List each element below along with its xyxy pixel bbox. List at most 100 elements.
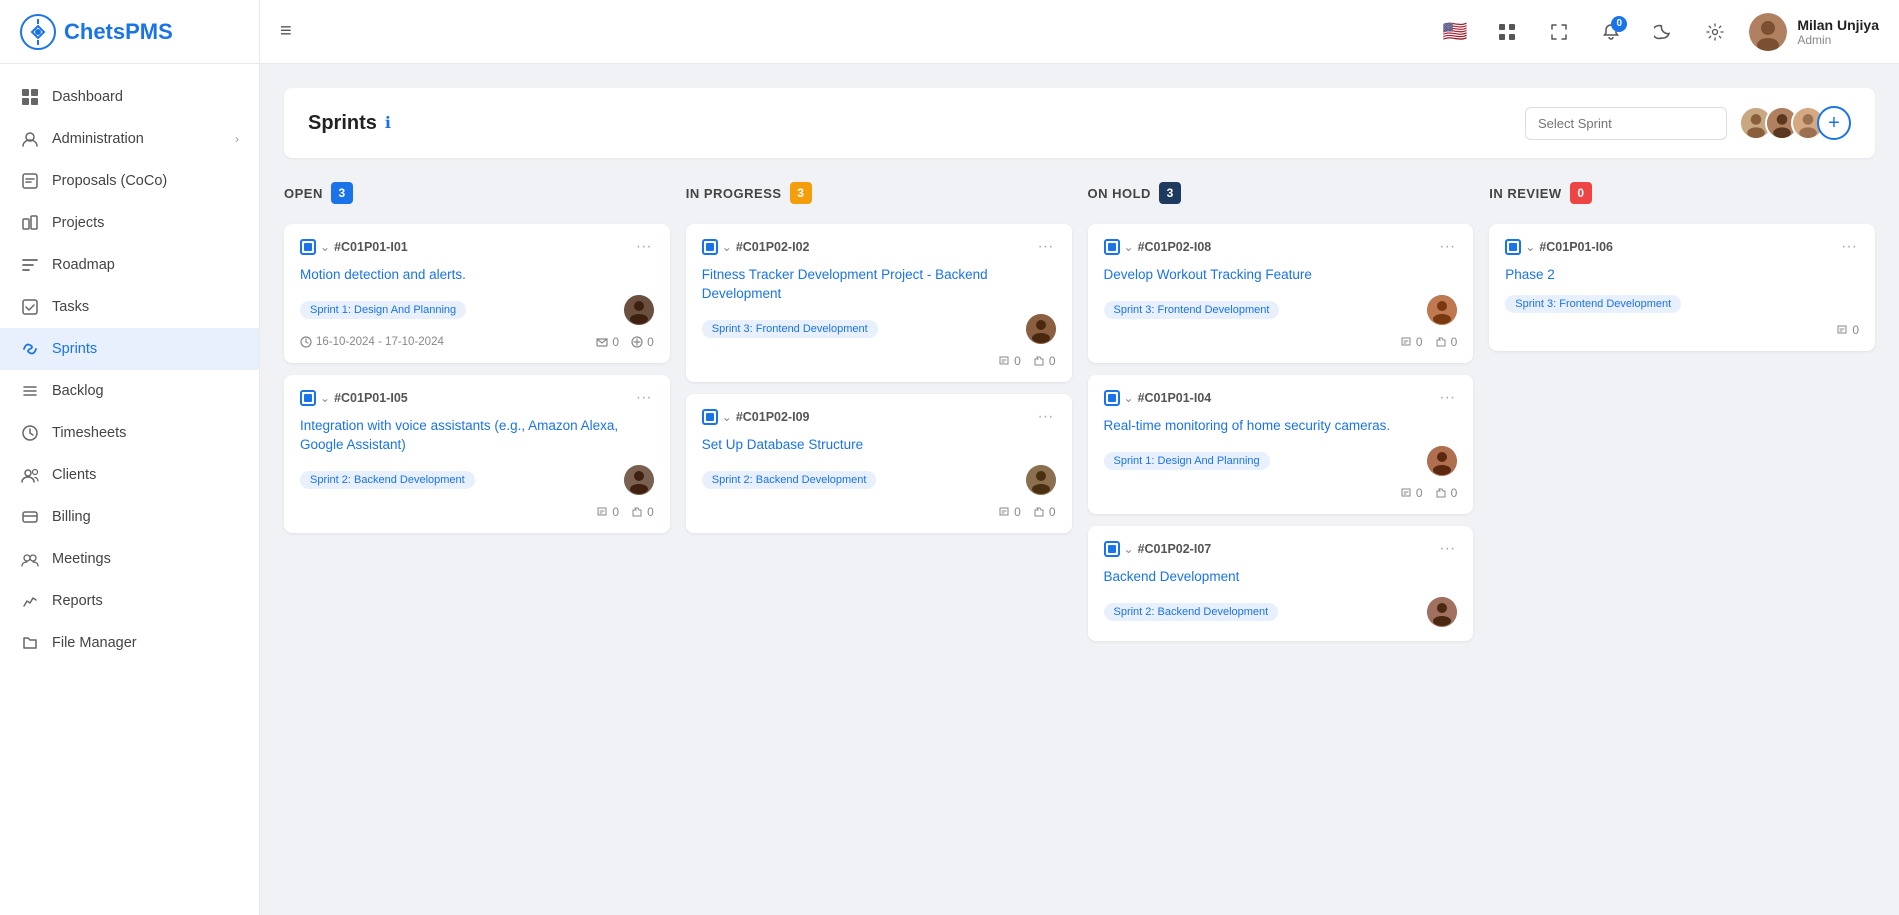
sidebar-item-projects[interactable]: Projects — [0, 202, 259, 244]
card-menu-button[interactable]: ··· — [634, 238, 654, 256]
add-avatar-button[interactable]: + — [1817, 106, 1851, 140]
card-title[interactable]: Motion detection and alerts. — [300, 266, 654, 285]
timesheets-icon — [20, 423, 40, 443]
card-title[interactable]: Integration with voice assistants (e.g.,… — [300, 417, 654, 455]
card-checkbox[interactable] — [300, 239, 316, 255]
hamburger-button[interactable]: ≡ — [280, 20, 292, 42]
sprint-tag: Sprint 3: Frontend Development — [1104, 301, 1280, 319]
sidebar-item-clients[interactable]: Clients — [0, 454, 259, 496]
card-checkbox[interactable] — [300, 390, 316, 406]
card-checkbox[interactable] — [1104, 390, 1120, 406]
page-title: Sprints — [308, 112, 377, 135]
card-title[interactable]: Real-time monitoring of home security ca… — [1104, 417, 1458, 436]
card-meta: 0 0 — [998, 354, 1055, 368]
card-c01p02-i08[interactable]: ⌄ #C01P02-I08 ··· Develop Workout Tracki… — [1088, 224, 1474, 363]
user-profile[interactable]: Milan Unjiya Admin — [1749, 13, 1879, 51]
sidebar-item-backlog[interactable]: Backlog — [0, 370, 259, 412]
card-meta: 0 0 — [596, 335, 653, 349]
info-icon[interactable]: ℹ — [385, 113, 391, 133]
card-collapse-icon[interactable]: ⌄ — [1124, 542, 1134, 556]
notification-bell[interactable]: 0 — [1593, 14, 1629, 50]
column-title-on-hold: ON HOLD — [1088, 186, 1151, 201]
sidebar-item-file-manager[interactable]: File Manager — [0, 622, 259, 664]
grid-view-icon[interactable] — [1489, 14, 1525, 50]
user-name: Milan Unjiya — [1797, 17, 1879, 33]
card-title[interactable]: Develop Workout Tracking Feature — [1104, 266, 1458, 285]
notification-count: 0 — [1611, 16, 1627, 32]
card-menu-button[interactable]: ··· — [1036, 408, 1056, 426]
sidebar-item-billing[interactable]: Billing — [0, 496, 259, 538]
clients-icon — [20, 465, 40, 485]
card-collapse-icon[interactable]: ⌄ — [1525, 240, 1535, 254]
card-title[interactable]: Backend Development — [1104, 568, 1458, 587]
sprint-tag: Sprint 3: Frontend Development — [1505, 295, 1681, 313]
card-menu-button[interactable]: ··· — [1839, 238, 1859, 256]
card-collapse-icon[interactable]: ⌄ — [320, 391, 330, 405]
card-menu-button[interactable]: ··· — [1437, 540, 1457, 558]
card-date: 16-10-2024 - 17-10-2024 — [300, 336, 444, 348]
fullscreen-icon[interactable] — [1541, 14, 1577, 50]
column-title-open: OPEN — [284, 186, 323, 201]
dark-mode-icon[interactable] — [1645, 14, 1681, 50]
sidebar-item-sprints[interactable]: Sprints — [0, 328, 259, 370]
card-c01p02-i02[interactable]: ⌄ #C01P02-I02 ··· Fitness Tracker Develo… — [686, 224, 1072, 382]
sprint-tag: Sprint 2: Backend Development — [702, 471, 877, 489]
projects-icon — [20, 213, 40, 233]
card-collapse-icon[interactable]: ⌄ — [722, 240, 732, 254]
sidebar-item-meetings[interactable]: Meetings — [0, 538, 259, 580]
sprint-tag: Sprint 1: Design And Planning — [1104, 452, 1270, 470]
card-c01p01-i05[interactable]: ⌄ #C01P01-I05 ··· Integration with voice… — [284, 375, 670, 533]
column-badge-in-progress: 3 — [790, 182, 812, 204]
logo-icon — [20, 14, 56, 50]
sidebar-item-proposals[interactable]: Proposals (CoCo) — [0, 160, 259, 202]
sprint-tag: Sprint 2: Backend Development — [1104, 603, 1279, 621]
logo-area: ChetsPMS — [0, 0, 259, 64]
card-collapse-icon[interactable]: ⌄ — [1124, 240, 1134, 254]
settings-icon[interactable] — [1697, 14, 1733, 50]
sidebar-label-meetings: Meetings — [52, 551, 111, 567]
card-checkbox[interactable] — [702, 409, 718, 425]
sidebar-item-tasks[interactable]: Tasks — [0, 286, 259, 328]
card-id: #C01P02-I08 — [1138, 240, 1212, 254]
card-menu-button[interactable]: ··· — [1036, 238, 1056, 256]
card-c01p02-i09[interactable]: ⌄ #C01P02-I09 ··· Set Up Database Struct… — [686, 394, 1072, 533]
admin-chevron-icon: › — [235, 132, 239, 146]
card-c01p02-i07[interactable]: ⌄ #C01P02-I07 ··· Backend Development Sp… — [1088, 526, 1474, 641]
card-checkbox[interactable] — [1104, 239, 1120, 255]
sidebar-item-timesheets[interactable]: Timesheets — [0, 412, 259, 454]
card-menu-button[interactable]: ··· — [634, 389, 654, 407]
card-title[interactable]: Set Up Database Structure — [702, 436, 1056, 455]
card-meta: 0 0 — [1400, 335, 1457, 349]
card-collapse-icon[interactable]: ⌄ — [320, 240, 330, 254]
card-c01p01-i01[interactable]: ⌄ #C01P01-I01 ··· Motion detection and a… — [284, 224, 670, 363]
roadmap-icon — [20, 255, 40, 275]
card-menu-button[interactable]: ··· — [1437, 389, 1457, 407]
sidebar-item-roadmap[interactable]: Roadmap — [0, 244, 259, 286]
card-title[interactable]: Phase 2 — [1505, 266, 1859, 285]
card-assignee-avatar — [1427, 295, 1457, 325]
card-meta: 0 — [1836, 323, 1859, 337]
card-id: #C01P01-I05 — [334, 391, 408, 405]
sprints-icon — [20, 339, 40, 359]
card-title[interactable]: Fitness Tracker Development Project - Ba… — [702, 266, 1056, 304]
main-area: ≡ 🇺🇸 0 — [260, 0, 1899, 915]
card-collapse-icon[interactable]: ⌄ — [1124, 391, 1134, 405]
sidebar-item-dashboard[interactable]: Dashboard — [0, 76, 259, 118]
language-flag-icon[interactable]: 🇺🇸 — [1437, 14, 1473, 50]
card-id: #C01P02-I07 — [1138, 542, 1212, 556]
card-c01p01-i06[interactable]: ⌄ #C01P01-I06 ··· Phase 2 Sprint 3: Fron… — [1489, 224, 1875, 351]
card-c01p01-i04[interactable]: ⌄ #C01P01-I04 ··· Real-time monitoring o… — [1088, 375, 1474, 514]
sidebar: ChetsPMS Dashboard Administration › Prop… — [0, 0, 260, 915]
card-collapse-icon[interactable]: ⌄ — [722, 410, 732, 424]
sidebar-label-dashboard: Dashboard — [52, 89, 123, 105]
sprint-select-input[interactable] — [1525, 107, 1727, 140]
card-menu-button[interactable]: ··· — [1437, 238, 1457, 256]
card-checkbox[interactable] — [1104, 541, 1120, 557]
card-checkbox[interactable] — [1505, 239, 1521, 255]
card-meta: 0 0 — [596, 505, 653, 519]
sidebar-item-reports[interactable]: Reports — [0, 580, 259, 622]
admin-icon — [20, 129, 40, 149]
sidebar-item-administration[interactable]: Administration › — [0, 118, 259, 160]
backlog-icon — [20, 381, 40, 401]
card-checkbox[interactable] — [702, 239, 718, 255]
